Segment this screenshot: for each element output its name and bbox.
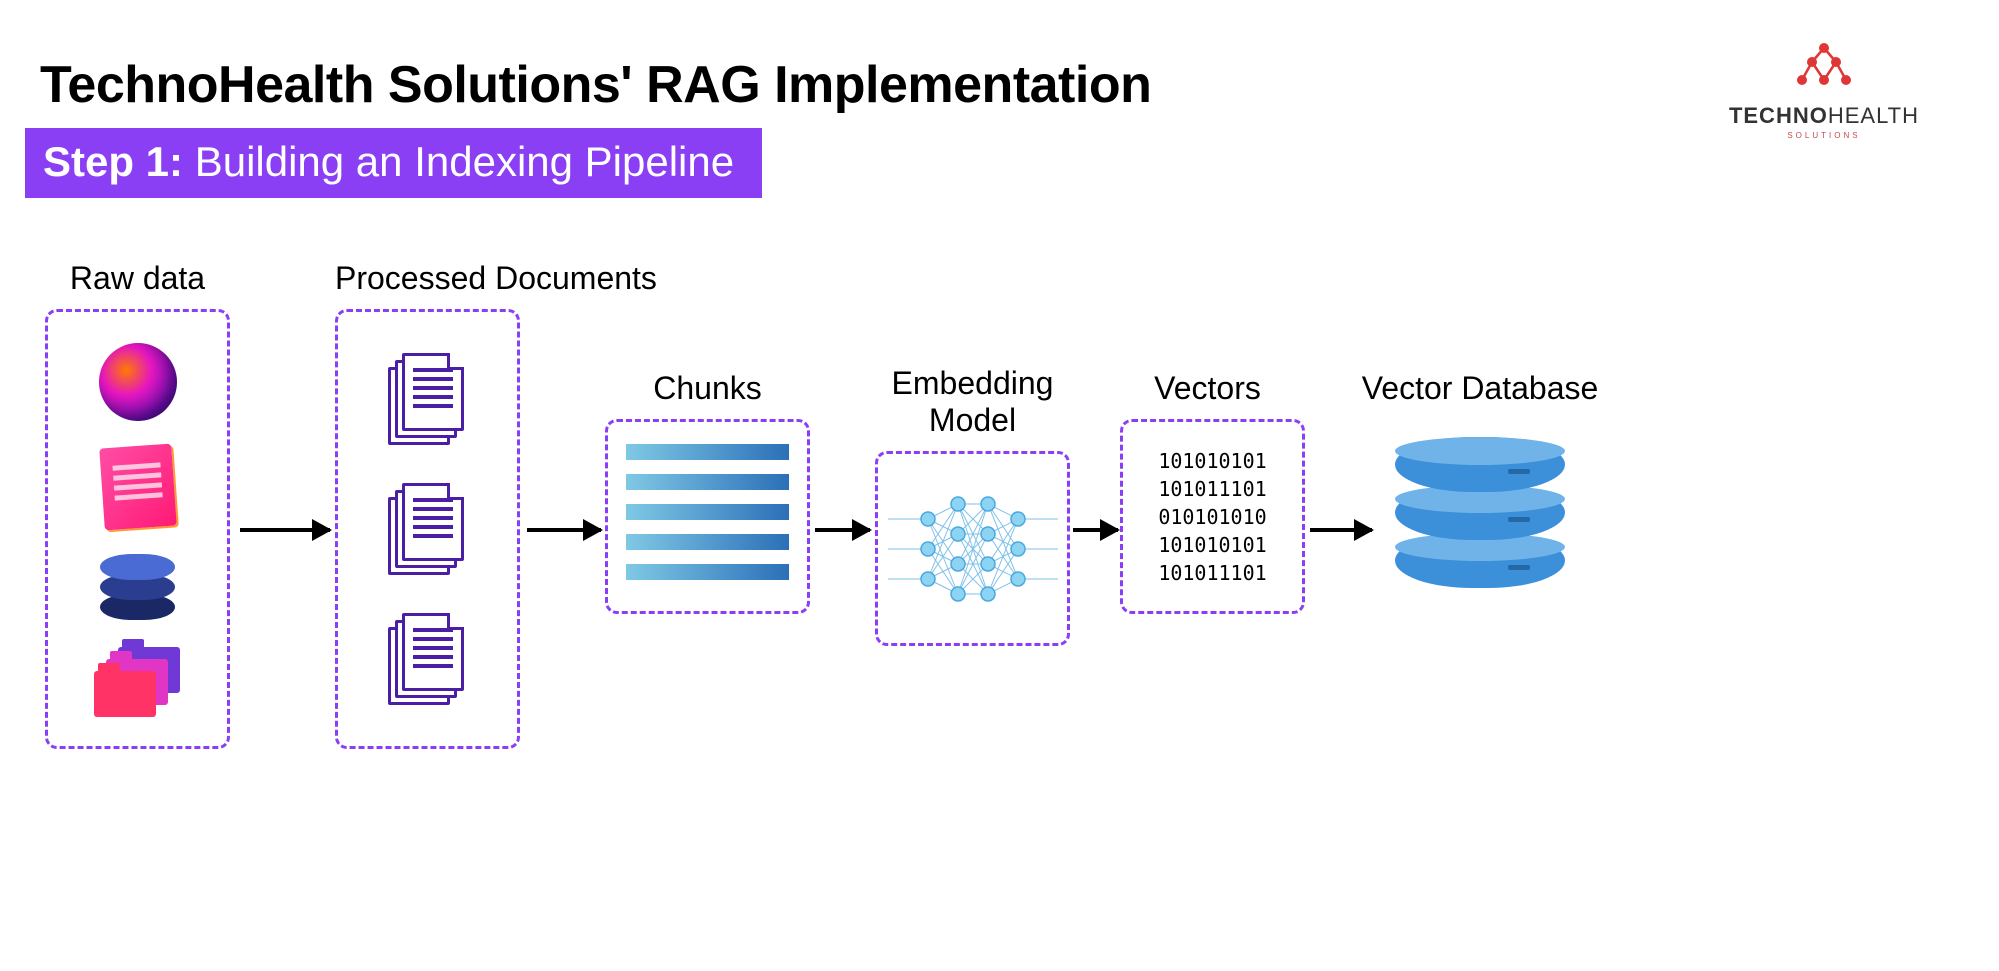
processed-documents-label: Processed Documents xyxy=(335,260,657,297)
document-stack-icon xyxy=(388,613,468,705)
arrow-icon xyxy=(527,528,601,532)
processed-documents-box xyxy=(335,309,520,749)
step-text: Building an Indexing Pipeline xyxy=(183,138,734,185)
embedding-label: Embedding Model xyxy=(865,365,1080,439)
arrow-icon xyxy=(1073,528,1118,532)
raw-data-box xyxy=(45,309,230,749)
chunk-bar-icon xyxy=(626,444,789,460)
logo-sub: SOLUTIONS xyxy=(1729,131,1919,140)
binary-text: 101010101 101011101 010101010 101010101 … xyxy=(1158,447,1266,587)
page-title: TechnoHealth Solutions' RAG Implementati… xyxy=(40,55,1151,115)
raw-data-column: Raw data xyxy=(45,260,230,749)
chunk-bar-icon xyxy=(626,564,789,580)
chunk-bar-icon xyxy=(626,534,789,550)
globe-icon xyxy=(99,343,177,421)
vector-database-column: Vector Database xyxy=(1355,370,1605,587)
chunks-box xyxy=(605,419,810,614)
chunks-label: Chunks xyxy=(605,370,810,407)
neural-network-icon xyxy=(883,479,1063,619)
arrow-icon xyxy=(240,528,330,532)
embedding-column: Embedding Model xyxy=(865,365,1080,646)
vector-database-label: Vector Database xyxy=(1355,370,1605,407)
raw-data-label: Raw data xyxy=(45,260,230,297)
chunks-column: Chunks xyxy=(605,370,810,614)
vector-database-icon xyxy=(1355,437,1605,587)
vectors-label: Vectors xyxy=(1120,370,1295,407)
logo-brand-thin: HEALTH xyxy=(1828,103,1919,128)
vectors-column: Vectors 101010101 101011101 010101010 10… xyxy=(1120,370,1295,614)
chunk-bar-icon xyxy=(626,474,789,490)
arrow-icon xyxy=(815,528,870,532)
document-stack-icon xyxy=(388,353,468,445)
pipeline-diagram: Raw data Processed Documents xyxy=(45,260,1959,860)
contract-document-icon xyxy=(99,444,177,531)
vectors-box: 101010101 101011101 010101010 101010101 … xyxy=(1120,419,1305,614)
document-stack-icon xyxy=(388,483,468,575)
embedding-box xyxy=(875,451,1070,646)
folders-icon xyxy=(94,647,182,715)
step-prefix: Step 1: xyxy=(43,138,183,185)
brand-logo: TECHNOHEALTH SOLUTIONS xyxy=(1729,40,1919,140)
chunk-bar-icon xyxy=(626,504,789,520)
logo-text: TECHNOHEALTH xyxy=(1729,103,1919,129)
database-icon xyxy=(100,554,175,622)
step-banner: Step 1: Building an Indexing Pipeline xyxy=(25,128,762,198)
logo-mark-icon xyxy=(1794,40,1854,95)
logo-brand-bold: TECHNO xyxy=(1729,103,1828,128)
